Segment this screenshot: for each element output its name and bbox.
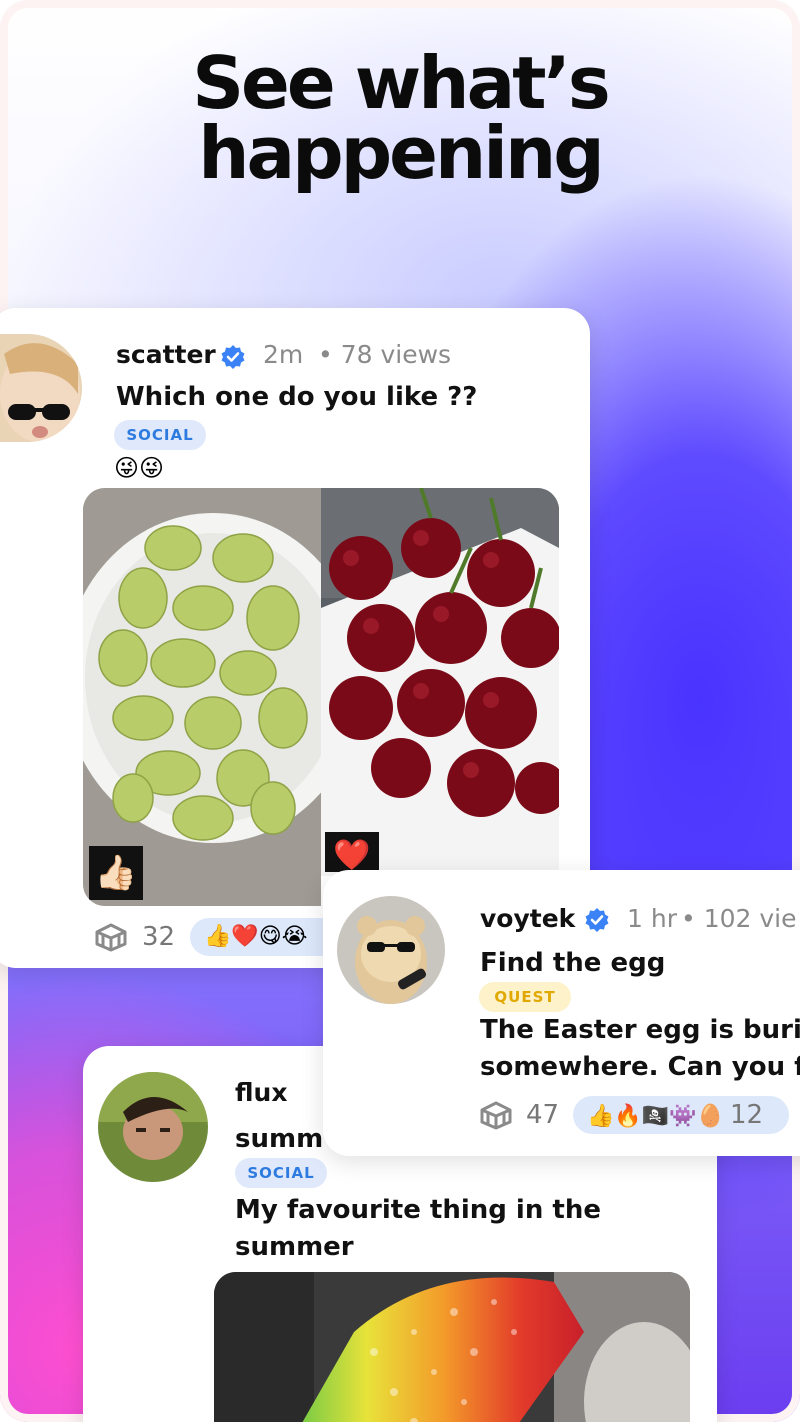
username[interactable]: flux <box>235 1078 287 1107</box>
heart-icon: ❤️ <box>333 838 371 872</box>
avatar[interactable] <box>98 1072 208 1182</box>
category-tag[interactable]: QUEST <box>479 982 571 1012</box>
avatar[interactable] <box>0 334 82 442</box>
shaved-ice-image <box>214 1272 690 1422</box>
avatar[interactable] <box>337 896 445 1004</box>
avatar-image <box>337 896 445 1004</box>
post-title: Find the egg <box>480 948 666 978</box>
photo-grapes[interactable]: 👍🏻 <box>83 488 321 906</box>
photo-cherries[interactable]: ❤️ <box>321 488 559 876</box>
thumbs-up-icon: 👍🏻 <box>94 853 138 893</box>
verified-badge-icon <box>221 345 245 369</box>
grapes-image <box>83 488 321 906</box>
username[interactable]: voytek <box>480 904 575 933</box>
username[interactable]: scatter <box>116 340 216 369</box>
reaction-emojis: 👍🔥🏴‍☠️👾🥚 <box>587 1104 724 1129</box>
category-tag[interactable]: SOCIAL <box>114 420 206 450</box>
app-frame: See what’s happening scatter 2m • 78 vie… <box>0 0 800 1422</box>
post-time: 2m <box>263 340 304 369</box>
thumbs-up-vote-button[interactable]: 👍🏻 <box>89 846 143 900</box>
headline-line-2: happening <box>198 111 605 195</box>
reaction-count: 12 <box>729 1100 764 1130</box>
box-icon[interactable] <box>479 1100 513 1130</box>
post-body-line-2: somewhere. Can you fi <box>480 1052 800 1082</box>
avatar-image <box>98 1072 208 1182</box>
box-count: 47 <box>526 1100 560 1130</box>
post-subtitle: summ <box>235 1124 324 1154</box>
reactions-pill[interactable]: 👍🔥🏴‍☠️👾🥚 12 <box>573 1096 789 1134</box>
verified-badge-icon <box>585 908 609 932</box>
post-card-scatter[interactable]: scatter 2m • 78 views Which one do you l… <box>0 308 590 968</box>
headline-line-1: See what’s <box>192 41 611 125</box>
post-title: Which one do you like ?? <box>116 382 478 412</box>
photo-shaved-ice[interactable] <box>214 1272 690 1422</box>
post-card-voytek[interactable]: voytek 1 hr • 102 vie Find the egg QUEST… <box>323 870 800 1156</box>
post-views: • 102 vie <box>681 904 797 933</box>
cherries-image <box>321 488 559 876</box>
avatar-image <box>0 334 82 442</box>
reaction-emojis: 👍❤️😋😭 <box>204 924 308 949</box>
page-headline: See what’s happening <box>0 41 800 195</box>
category-tag[interactable]: SOCIAL <box>235 1158 327 1188</box>
post-time: 1 hr <box>627 904 677 933</box>
post-body-line-2: summer <box>235 1232 354 1262</box>
box-count: 32 <box>142 922 176 952</box>
post-views: • 78 views <box>318 340 452 369</box>
heart-vote-button[interactable]: ❤️ <box>325 832 379 872</box>
post-body-line-1: The Easter egg is burie <box>480 1015 800 1045</box>
post-body-line-1: My favourite thing in the <box>235 1195 601 1225</box>
post-emojis: 😜😜 <box>114 454 165 482</box>
box-icon[interactable] <box>94 922 128 952</box>
